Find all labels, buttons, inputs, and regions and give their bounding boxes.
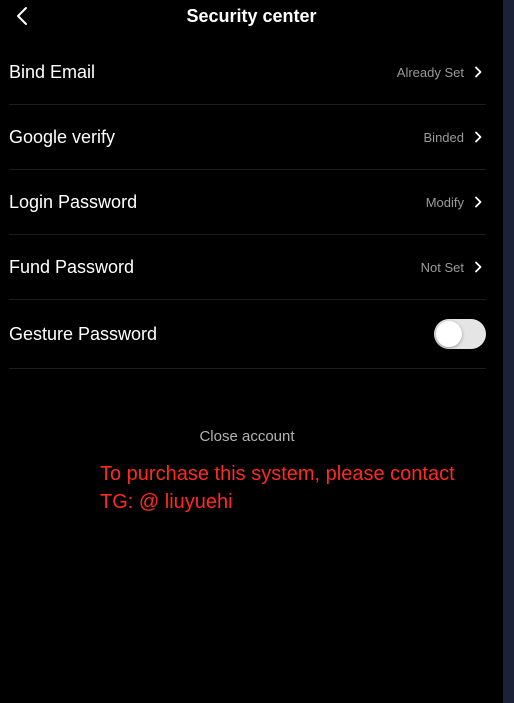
close-account-link[interactable]: Close account: [0, 427, 494, 447]
security-settings-list: Bind Email Already Set Google verify Bin…: [9, 40, 486, 369]
bind-email-status: Already Set: [396, 64, 464, 80]
bind-email-row[interactable]: Bind Email Already Set: [9, 40, 486, 105]
gesture-password-label: Gesture Password: [9, 324, 158, 344]
watermark-text: To purchase this system, please contact …: [100, 460, 500, 516]
google-verify-status: Binded: [423, 129, 464, 145]
fund-password-status: Not Set: [420, 259, 464, 275]
gesture-password-toggle[interactable]: [434, 319, 486, 349]
fund-password-row[interactable]: Fund Password Not Set: [9, 235, 486, 300]
login-password-status: Modify: [425, 194, 464, 210]
security-center-screen: Security center Bind Email Already Set G…: [0, 0, 514, 703]
chevron-right-icon: [474, 196, 482, 208]
chevron-right-icon: [474, 66, 482, 78]
google-verify-label: Google verify: [9, 127, 116, 147]
login-password-row[interactable]: Login Password Modify: [9, 170, 486, 235]
fund-password-label: Fund Password: [9, 257, 135, 277]
gesture-password-row: Gesture Password: [9, 300, 486, 369]
fund-password-right: Not Set: [421, 235, 482, 299]
google-verify-right: Binded: [424, 105, 482, 169]
toggle-knob: [436, 321, 462, 347]
bind-email-label: Bind Email: [9, 62, 96, 82]
watermark-line-1: To purchase this system, please contact: [100, 463, 455, 485]
login-password-right: Modify: [426, 170, 482, 234]
chevron-right-icon: [474, 131, 482, 143]
login-password-label: Login Password: [9, 192, 138, 212]
google-verify-row[interactable]: Google verify Binded: [9, 105, 486, 170]
watermark-line-2: TG: @ liuyuehi: [100, 491, 233, 513]
chevron-right-icon: [474, 261, 482, 273]
right-edge-strip: [503, 0, 514, 703]
bind-email-right: Already Set: [397, 40, 482, 104]
header-bar: Security center: [0, 0, 503, 34]
page-title: Security center: [186, 6, 317, 26]
